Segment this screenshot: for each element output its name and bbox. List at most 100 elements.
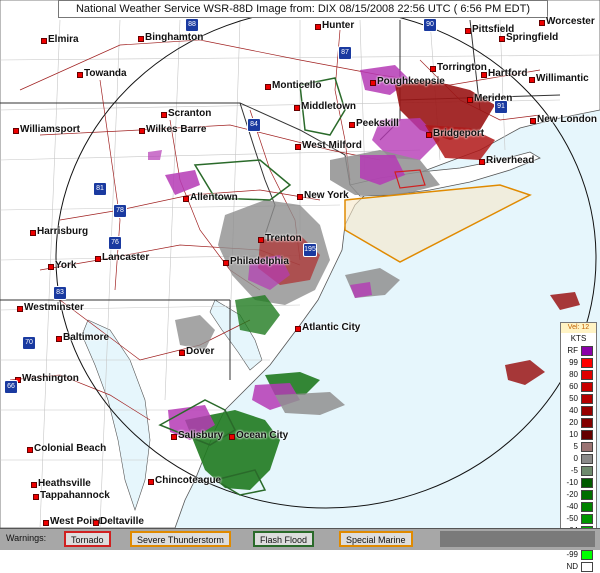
- legend-color-swatch: [581, 550, 593, 560]
- legend-row-label: 10: [569, 430, 578, 439]
- legend-row: -10: [561, 477, 596, 489]
- legend-color-swatch: [581, 562, 593, 572]
- warning-flash-flood: Flash Flood: [253, 531, 315, 547]
- legend-color-swatch: [581, 358, 593, 368]
- legend-color-swatch: [581, 382, 593, 392]
- city-trenton: Trenton: [258, 233, 302, 244]
- city-salisbury: Salisbury: [170, 430, 224, 441]
- legend-color-swatch: [581, 490, 593, 500]
- legend-header: Vel: 12: [561, 323, 596, 333]
- legend-row: -50: [561, 513, 596, 525]
- city-new-london: New London: [530, 114, 597, 125]
- city-york: York: [48, 260, 77, 271]
- legend-row: ND: [561, 561, 596, 573]
- legend-unit: KTS: [570, 334, 587, 343]
- legend-color-swatch: [581, 478, 593, 488]
- city-hunter: Hunter: [314, 20, 355, 31]
- legend-row: 5: [561, 441, 596, 453]
- city-riverhead: Riverhead: [478, 155, 535, 166]
- legend-color-swatch: [581, 502, 593, 512]
- warning-severe-thunderstorm: Severe Thunderstorm: [130, 531, 231, 547]
- highway-shield-icon: 88: [185, 18, 199, 32]
- legend-row-label: 20: [569, 418, 578, 427]
- highway-shield-icon: 87: [338, 46, 352, 60]
- city-new-york: New York: [297, 190, 349, 201]
- legend-row: 0: [561, 453, 596, 465]
- city-springfield: Springfield: [498, 32, 559, 43]
- legend-color-swatch: [581, 454, 593, 464]
- legend-row-label: -10: [566, 478, 578, 487]
- legend-row-label: 60: [569, 382, 578, 391]
- city-scranton: Scranton: [160, 108, 212, 119]
- city-binghamton: Binghamton: [137, 32, 204, 43]
- warning-tornado: Tornado: [64, 531, 111, 547]
- highway-shield-icon: 91: [494, 100, 508, 114]
- city-deltaville: Deltaville: [93, 516, 144, 527]
- highway-shield-icon: 83: [53, 286, 67, 300]
- legend-row-label: -99: [566, 550, 578, 559]
- highway-shield-icon: 70: [22, 336, 36, 350]
- highway-shield-icon: 84: [247, 118, 261, 132]
- city-chincoteague: Chincoteague: [147, 475, 222, 486]
- city-torrington: Torrington: [430, 62, 487, 73]
- city-peekskill: Peekskill: [349, 118, 399, 129]
- legend-row-label: 80: [569, 370, 578, 379]
- legend-color-swatch: [581, 406, 593, 416]
- city-heathsville: Heathsville: [31, 478, 91, 489]
- highway-shield-icon: 90: [423, 18, 437, 32]
- city-allentown: Allentown: [183, 192, 238, 203]
- city-willimantic: Willimantic: [529, 73, 589, 84]
- legend-row-label: -20: [566, 490, 578, 499]
- warnings-bar: Warnings: Tornado Severe Thunderstorm Fl…: [0, 528, 600, 550]
- velocity-legend: Vel: 12 KTS RF 99 80 60 50 40 20 10 5 0 -5 -10 -20 -4…: [560, 322, 597, 572]
- city-bridgeport: Bridgeport: [425, 128, 485, 139]
- city-west-milford: West Milford: [295, 140, 362, 151]
- legend-row: RF: [561, 345, 596, 357]
- warnings-label: Warnings:: [6, 533, 47, 543]
- legend-row: -20: [561, 489, 596, 501]
- legend-color-swatch: [581, 394, 593, 404]
- city-philadelphia: Philadelphia: [223, 256, 289, 267]
- city-towanda: Towanda: [77, 68, 127, 79]
- city-harrisburg: Harrisburg: [29, 226, 89, 237]
- legend-row-label: RF: [567, 346, 578, 355]
- highway-shield-icon: 78: [113, 204, 127, 218]
- city-worcester: Worcester: [539, 16, 595, 27]
- city-middletown: Middletown: [294, 101, 356, 112]
- legend-row: -99: [561, 549, 596, 561]
- city-westminster: Westminster: [17, 302, 84, 313]
- legend-row: 60: [561, 381, 596, 393]
- city-dover: Dover: [178, 346, 215, 357]
- city-wilkes-barre: Wilkes Barre: [139, 124, 207, 135]
- legend-color-swatch: [581, 346, 593, 356]
- legend-row: 40: [561, 405, 596, 417]
- legend-color-swatch: [581, 430, 593, 440]
- highway-shield-icon: 66: [4, 380, 18, 394]
- city-poughkeepsie: Poughkeepsie: [370, 76, 445, 87]
- legend-row-label: 99: [569, 358, 578, 367]
- city-tappahannock: Tappahannock: [33, 490, 110, 501]
- legend-row-label: -5: [570, 466, 578, 475]
- highway-shield-icon: 76: [108, 236, 122, 250]
- city-baltimore: Baltimore: [55, 332, 110, 343]
- legend-color-swatch: [581, 370, 593, 380]
- legend-color-swatch: [581, 442, 593, 452]
- city-ocean-city: Ocean City: [228, 430, 289, 441]
- legend-row-label: 50: [569, 394, 578, 403]
- legend-row-label: 0: [573, 454, 578, 463]
- legend-row-label: 5: [573, 442, 578, 451]
- legend-color-swatch: [581, 418, 593, 428]
- legend-row-label: -40: [566, 502, 578, 511]
- city-monticello: Monticello: [264, 80, 322, 91]
- legend-row: 99: [561, 357, 596, 369]
- legend-row: -5: [561, 465, 596, 477]
- legend-row-label: -50: [566, 514, 578, 523]
- warning-special-marine: Special Marine: [339, 531, 413, 547]
- highway-shield-icon: 81: [93, 182, 107, 196]
- city-elmira: Elmira: [41, 34, 79, 45]
- legend-row-label: ND: [566, 562, 578, 571]
- warnings-empty-slot: [440, 531, 595, 547]
- city-colonial-beach: Colonial Beach: [26, 443, 107, 454]
- legend-color-swatch: [581, 514, 593, 524]
- city-atlantic-city: Atlantic City: [294, 322, 361, 333]
